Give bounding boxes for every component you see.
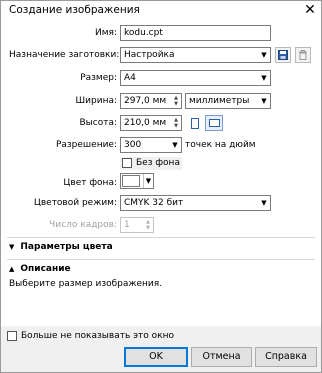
resolution-select[interactable]: 300 ▼ xyxy=(120,137,182,153)
save-preset-button[interactable] xyxy=(275,47,291,63)
units-value: миллиметры xyxy=(189,96,250,106)
size-label: Размер: xyxy=(80,73,117,83)
chevron-down-icon: ▼ xyxy=(261,199,267,207)
description-title: Описание xyxy=(20,264,71,274)
description-section-header[interactable]: ▲ Описание xyxy=(9,263,209,275)
size-select[interactable]: A4 ▼ xyxy=(120,70,271,86)
resolution-label: Разрешение: xyxy=(55,140,117,150)
height-spinner[interactable]: ▲ ▼ xyxy=(171,116,181,130)
description-text: Выберите размер изображения. xyxy=(9,279,163,289)
width-value: 297,0 мм xyxy=(124,96,167,106)
bg-color-picker[interactable]: ▼ xyxy=(120,173,154,189)
dont-show-row[interactable]: Больше не показывать это окно xyxy=(7,329,317,343)
no-background-label: Без фона xyxy=(136,158,180,168)
trash-icon xyxy=(299,50,307,60)
dont-show-label: Больше не показывать это окно xyxy=(21,331,174,341)
frames-value: 1 xyxy=(124,220,130,230)
preset-value: Настройка xyxy=(124,50,175,60)
width-field[interactable]: 297,0 мм ▲ ▼ xyxy=(120,93,182,109)
resolution-unit: точек на дюйм xyxy=(185,140,256,150)
divider xyxy=(7,237,315,238)
preset-select[interactable]: Настройка ▼ xyxy=(120,47,271,63)
bg-color-swatch xyxy=(122,175,140,187)
size-value: A4 xyxy=(124,73,136,83)
dont-show-checkbox[interactable] xyxy=(7,331,17,341)
portrait-button[interactable] xyxy=(187,115,203,131)
preset-label: Назначение заготовки: xyxy=(9,50,120,60)
close-button[interactable]: ✕ xyxy=(300,1,320,19)
cancel-button[interactable]: Отмена xyxy=(191,347,252,367)
color-mode-select[interactable]: CMYK 32 бит ▼ xyxy=(120,195,271,211)
no-background-checkbox[interactable] xyxy=(122,158,132,168)
frames-spinner: ▲ ▼ xyxy=(146,219,150,231)
units-select[interactable]: миллиметры ▼ xyxy=(185,93,271,109)
collapsed-triangle-icon: ▼ xyxy=(9,243,15,251)
dialog-title: Создание изображения xyxy=(9,4,140,16)
height-label: Высота: xyxy=(79,118,117,128)
resolution-value: 300 xyxy=(124,140,142,150)
height-field[interactable]: 210,0 мм ▲ ▼ xyxy=(120,115,182,131)
portrait-page-icon xyxy=(191,117,199,129)
landscape-button[interactable] xyxy=(205,115,223,131)
expanded-triangle-icon: ▲ xyxy=(9,265,15,273)
divider xyxy=(7,259,315,260)
ok-button[interactable]: OK xyxy=(124,347,188,367)
help-button[interactable]: Справка xyxy=(255,347,317,367)
color-mode-label: Цветовой режим: xyxy=(33,198,117,208)
width-spinner[interactable]: ▲ ▼ xyxy=(171,94,181,108)
chevron-down-icon: ▼ xyxy=(261,97,267,105)
height-value: 210,0 мм xyxy=(124,118,167,128)
chevron-down-icon: ▼ xyxy=(261,51,267,59)
chevron-down-icon: ▼ xyxy=(143,174,153,188)
width-label: Ширина: xyxy=(75,96,117,106)
color-mode-value: CMYK 32 бит xyxy=(124,198,184,208)
color-params-section-header[interactable]: ▼ Параметры цвета xyxy=(9,241,209,253)
chevron-down-icon: ▼ xyxy=(172,141,178,149)
bg-color-label: Цвет фона: xyxy=(63,178,117,188)
frames-label: Число кадров: xyxy=(49,220,117,230)
dialog-window: Создание изображения ✕ Имя: kodu.cpt Наз… xyxy=(0,0,322,373)
frames-field: 1 ▲ ▼ xyxy=(120,217,154,233)
landscape-page-icon xyxy=(208,119,220,127)
chevron-down-icon: ▼ xyxy=(261,74,267,82)
close-icon: ✕ xyxy=(304,2,316,18)
name-field[interactable]: kodu.cpt xyxy=(120,25,271,41)
delete-preset-button[interactable] xyxy=(295,47,311,63)
name-label: Имя: xyxy=(95,28,117,38)
save-icon xyxy=(278,50,288,60)
no-background-row[interactable]: Без фона xyxy=(120,157,182,170)
color-params-title: Параметры цвета xyxy=(20,242,113,252)
